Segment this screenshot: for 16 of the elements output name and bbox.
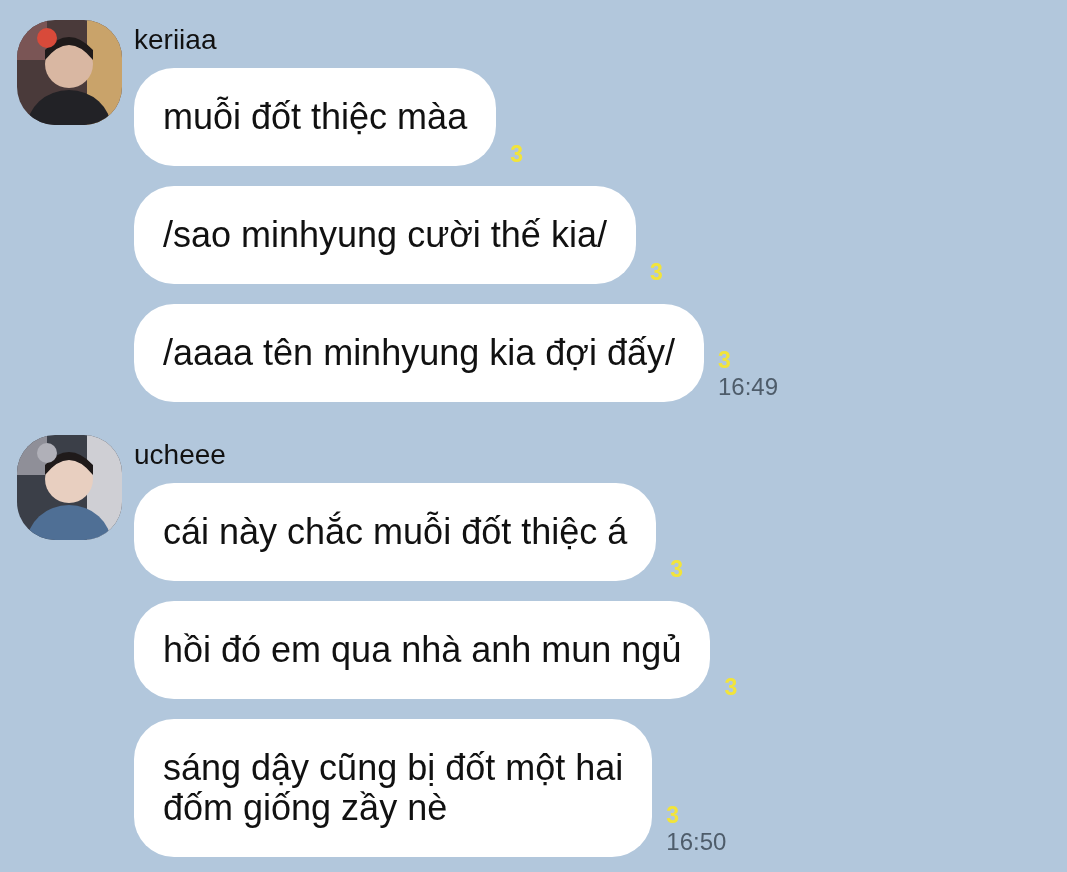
sender-name: keriiaa (134, 23, 217, 57)
read-count: 3 (510, 142, 523, 166)
message-bubble: muỗi đốt thiệc màa (134, 68, 497, 166)
read-count: 3 (670, 557, 684, 581)
read-count: 3 (666, 803, 680, 827)
read-count: 3 (724, 675, 738, 699)
message-bubble: /aaaa tên minhyung kia đợi đấy/ (134, 304, 704, 402)
message-bubble: /sao minhyung cười thế kia/ (134, 186, 636, 284)
message-bubble: cái này chắc muỗi đốt thiệc á (134, 483, 657, 581)
message-time: 16:49 (717, 372, 778, 402)
message-time: 16:50 (666, 827, 727, 857)
message-bubble: sáng dậy cũng bị đốt một hai đốm giống zầy nè (134, 719, 653, 857)
sender-name: ucheee (134, 438, 226, 472)
read-count: 3 (649, 260, 663, 284)
message-bubble: hồi đó em qua nhà anh mun ngủ (134, 601, 711, 699)
read-count: 3 (717, 348, 731, 372)
